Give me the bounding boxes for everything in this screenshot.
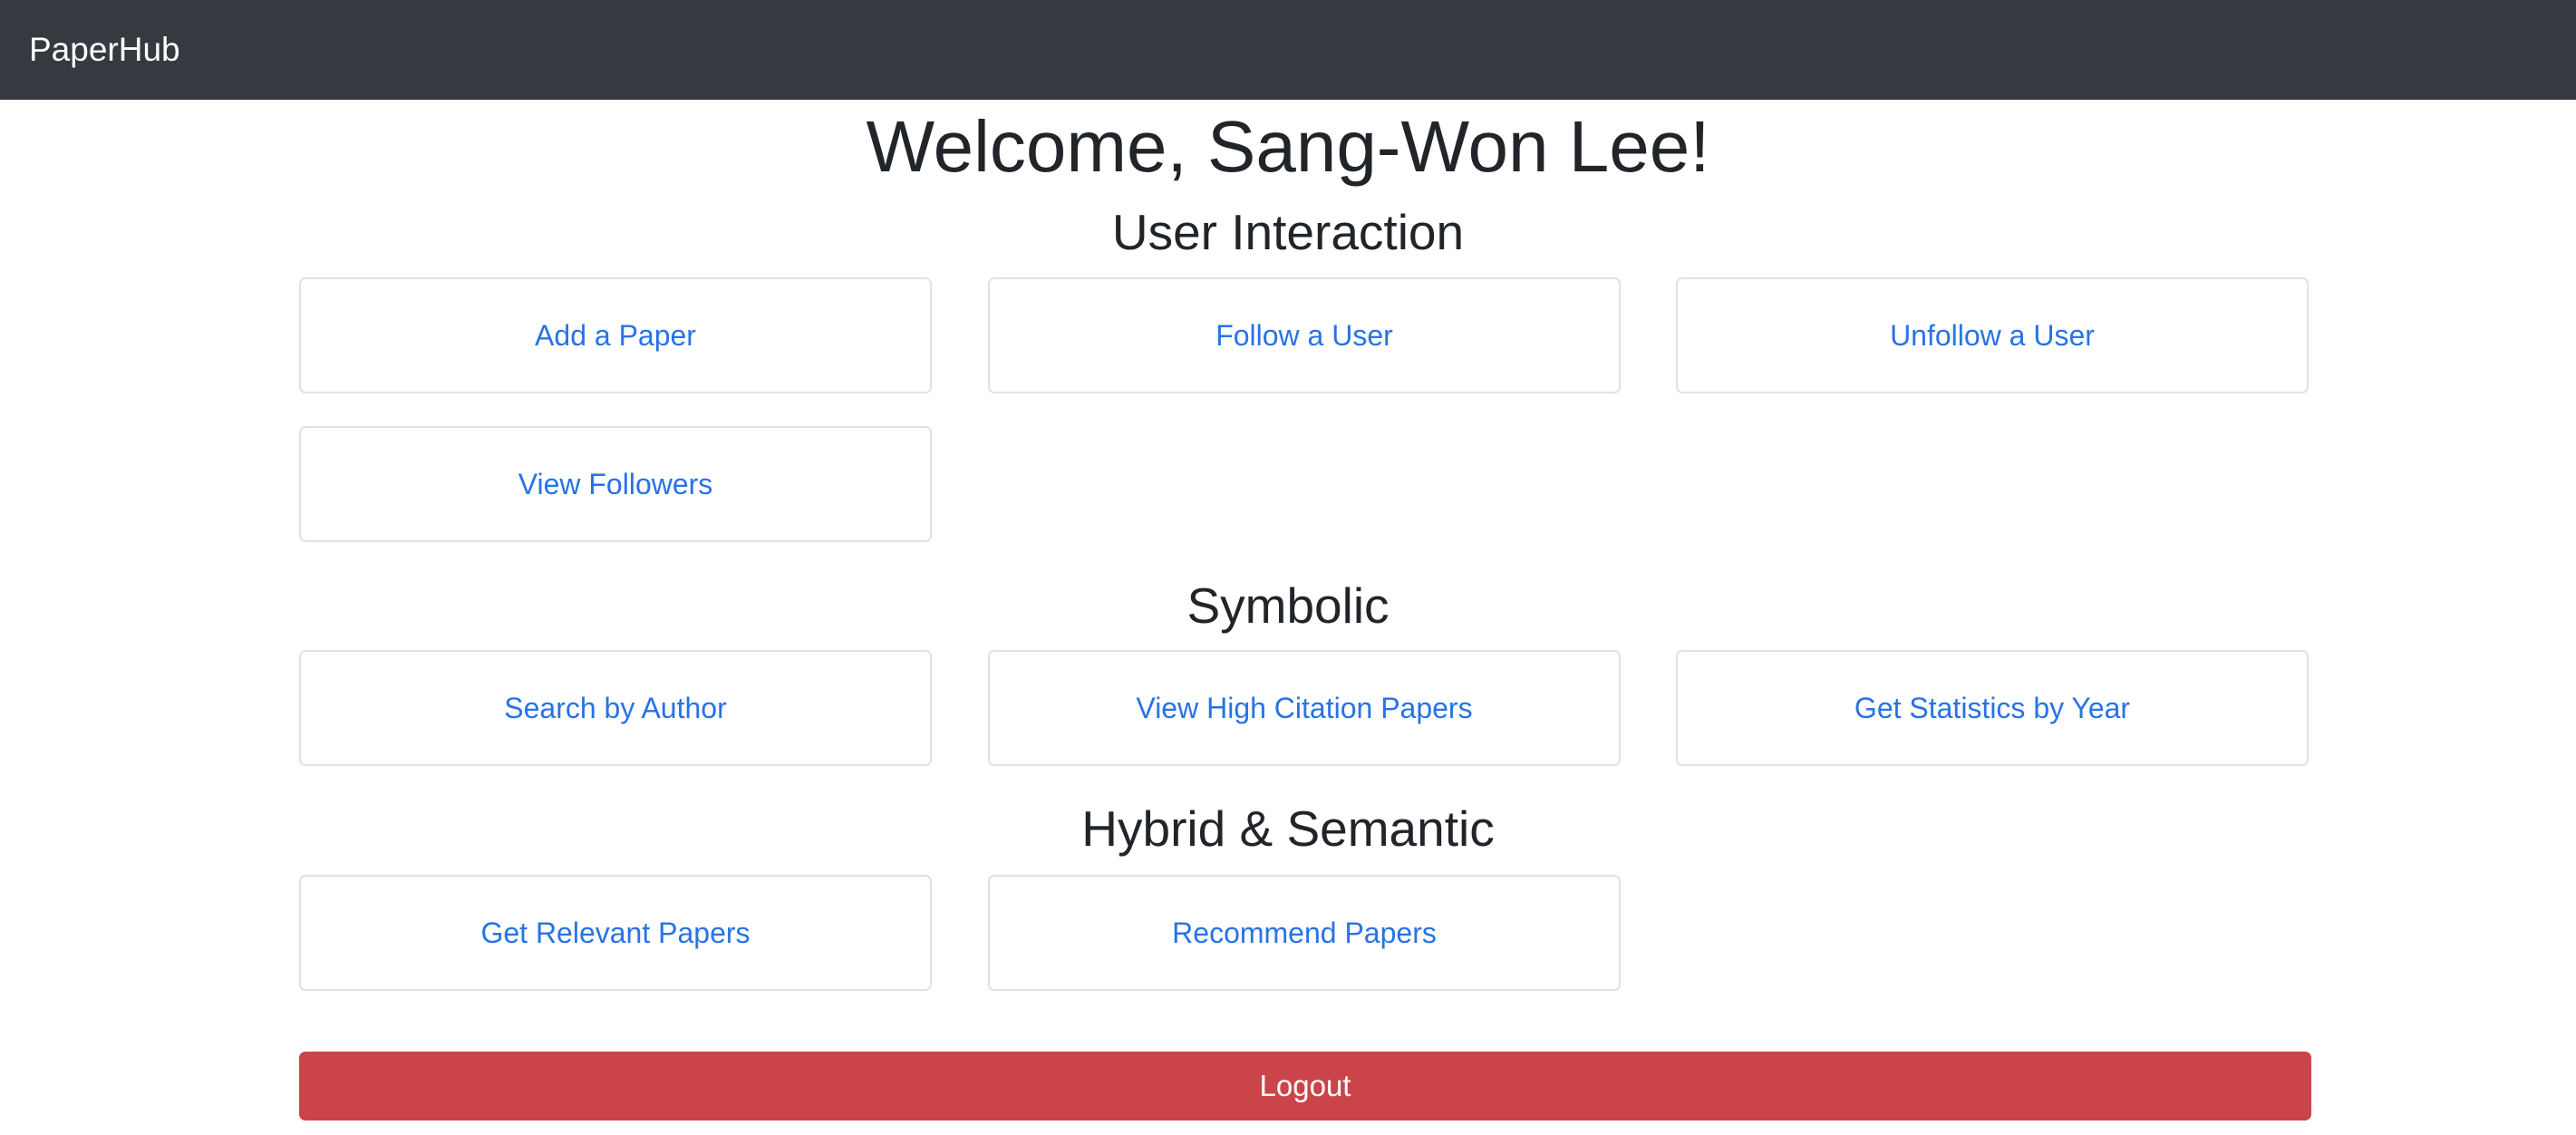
view-followers-button[interactable]: View Followers	[299, 426, 932, 542]
section-title-user-interaction: User Interaction	[1111, 204, 1465, 260]
unfollow-user-button[interactable]: Unfollow a User	[1676, 277, 2309, 393]
view-high-citation-papers-button[interactable]: View High Citation Papers	[988, 650, 1621, 766]
top-navbar: PaperHub	[0, 0, 2576, 100]
add-paper-button[interactable]: Add a Paper	[299, 277, 932, 393]
recommend-papers-button[interactable]: Recommend Papers	[988, 875, 1621, 991]
section-title-symbolic: Symbolic	[1186, 577, 1390, 634]
get-relevant-papers-button[interactable]: Get Relevant Papers	[299, 875, 932, 991]
brand-link[interactable]: PaperHub	[29, 0, 180, 100]
follow-user-button[interactable]: Follow a User	[988, 277, 1621, 393]
logout-button[interactable]: Logout	[299, 1052, 2311, 1120]
search-by-author-button[interactable]: Search by Author	[299, 650, 932, 766]
section-title-hybrid-semantic: Hybrid & Semantic	[1081, 800, 1495, 857]
welcome-heading: Welcome, Sang-Won Lee!	[866, 106, 1710, 187]
get-statistics-by-year-button[interactable]: Get Statistics by Year	[1676, 650, 2309, 766]
